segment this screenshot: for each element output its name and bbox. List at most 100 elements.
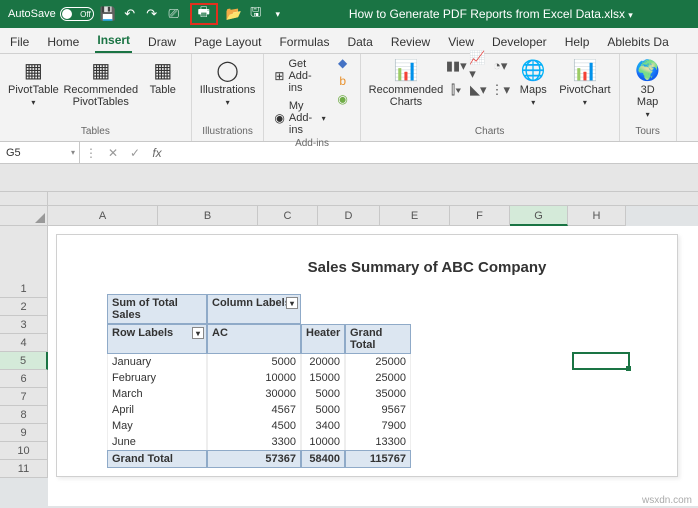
visio-icon[interactable]: ◆ bbox=[336, 56, 350, 70]
illustrations-button[interactable]: ◯Illustrations▾ bbox=[198, 56, 258, 109]
quick-print-highlight: 🖶 bbox=[190, 3, 218, 25]
group-charts: 📊Recommended Charts ▮▮▾ 📈▾ ◔▾ ⫿▾ ◣▾ ⋮▾ 🌐… bbox=[361, 54, 620, 141]
recommended-charts-button[interactable]: 📊Recommended Charts bbox=[367, 56, 446, 110]
col-header-F[interactable]: F bbox=[450, 206, 510, 226]
selected-cell[interactable] bbox=[572, 352, 630, 370]
formula-bar: G5 ⋮ ✕ ✓ fx bbox=[0, 142, 698, 164]
row-header-8[interactable]: 8 bbox=[0, 406, 48, 424]
save-as-icon[interactable]: 🖫 bbox=[248, 6, 264, 22]
row-header-11[interactable]: 11 bbox=[0, 460, 48, 478]
fx-icon[interactable]: fx bbox=[146, 146, 168, 160]
row-header-4[interactable]: 4 bbox=[0, 334, 48, 352]
people-icon[interactable]: ◉ bbox=[336, 92, 350, 106]
enter-icon[interactable]: ✓ bbox=[124, 146, 146, 160]
tab-help[interactable]: Help bbox=[563, 31, 592, 53]
pivotchart-icon: 📊 bbox=[572, 58, 597, 82]
more-button[interactable]: L bbox=[683, 56, 698, 84]
pivot-grand-cell: 115767 bbox=[345, 450, 411, 468]
col-header-D[interactable]: D bbox=[318, 206, 380, 226]
redo-icon[interactable]: ↷ bbox=[144, 6, 160, 22]
row-header-3[interactable]: 3 bbox=[0, 316, 48, 334]
pivot-col-grand: Grand Total bbox=[345, 324, 411, 354]
col-header-H[interactable]: H bbox=[568, 206, 626, 226]
pivot-row-label: April bbox=[107, 402, 207, 418]
tab-developer[interactable]: Developer bbox=[490, 31, 549, 53]
row-header-10[interactable]: 10 bbox=[0, 442, 48, 460]
open-icon[interactable]: 📂 bbox=[226, 6, 242, 22]
my-addins-button[interactable]: ◉My Add-ins▾ bbox=[270, 98, 329, 138]
3d-map-button[interactable]: 🌍3D Map▾ bbox=[626, 56, 670, 121]
row-header-5[interactable]: 5 bbox=[0, 352, 48, 370]
row-header-7[interactable]: 7 bbox=[0, 388, 48, 406]
tab-page-layout[interactable]: Page Layout bbox=[192, 31, 263, 53]
group-label-tours: Tours bbox=[635, 126, 659, 137]
pivot-row-label: June bbox=[107, 434, 207, 450]
pivot-cell: 10000 bbox=[301, 434, 345, 450]
pivot-cell: 3400 bbox=[301, 418, 345, 434]
area-chart-icon[interactable]: ◣▾ bbox=[469, 80, 487, 100]
row-header-9[interactable]: 9 bbox=[0, 424, 48, 442]
pivot-row-label: February bbox=[107, 370, 207, 386]
line-chart-icon[interactable]: 📈▾ bbox=[469, 56, 487, 76]
pivot-cell: 5000 bbox=[301, 386, 345, 402]
pivot-cell: 3300 bbox=[207, 434, 301, 450]
scatter-chart-icon[interactable]: ⋮▾ bbox=[491, 80, 509, 100]
bar-chart-icon[interactable]: ⫿▾ bbox=[447, 80, 465, 100]
select-all-corner[interactable] bbox=[0, 206, 48, 226]
pivot-cell: 10000 bbox=[207, 370, 301, 386]
autosave-switch[interactable]: Off bbox=[60, 7, 94, 21]
col-header-C[interactable]: C bbox=[258, 206, 318, 226]
pivot-cell: 35000 bbox=[345, 386, 411, 402]
dropdown-icon[interactable]: ▾ bbox=[286, 297, 298, 309]
group-tours: 🌍3D Map▾ Tours bbox=[620, 54, 677, 141]
pivottable-button[interactable]: ▦PivotTable▾ bbox=[6, 56, 61, 109]
pivot-cell: 30000 bbox=[207, 386, 301, 402]
tab-file[interactable]: File bbox=[8, 31, 31, 53]
pivot-table[interactable]: Sum of Total Sales Column Labels▾ Row La… bbox=[107, 294, 627, 468]
ruler bbox=[48, 192, 698, 206]
autosave-toggle[interactable]: AutoSave Off bbox=[8, 7, 94, 21]
row-header-6[interactable]: 6 bbox=[0, 370, 48, 388]
col-header-G[interactable]: G bbox=[510, 206, 568, 226]
tab-home[interactable]: Home bbox=[45, 31, 81, 53]
undo-icon[interactable]: ↶ bbox=[122, 6, 138, 22]
worksheet[interactable]: Sales Summary of ABC Company Sum of Tota… bbox=[48, 226, 698, 506]
tab-review[interactable]: Review bbox=[389, 31, 432, 53]
shapes-icon: ◯ bbox=[216, 58, 238, 82]
col-header-B[interactable]: B bbox=[158, 206, 258, 226]
cancel-icon[interactable]: ✕ bbox=[102, 146, 124, 160]
tab-insert[interactable]: Insert bbox=[95, 29, 132, 53]
pivot-cell: 4500 bbox=[207, 418, 301, 434]
pivot-cell: 25000 bbox=[345, 354, 411, 370]
pivot-col-labels[interactable]: Column Labels▾ bbox=[207, 294, 301, 324]
col-header-A[interactable]: A bbox=[48, 206, 158, 226]
chart-gallery: ▮▮▾ 📈▾ ◔▾ ⫿▾ ◣▾ ⋮▾ bbox=[447, 56, 509, 100]
touch-icon[interactable]: ⎚ bbox=[166, 6, 182, 22]
bing-icon[interactable]: b bbox=[336, 74, 350, 88]
column-chart-icon[interactable]: ▮▮▾ bbox=[447, 56, 465, 76]
print-icon[interactable]: 🖶 bbox=[196, 6, 212, 22]
tab-draw[interactable]: Draw bbox=[146, 31, 178, 53]
name-box[interactable]: G5 bbox=[0, 142, 80, 163]
pivot-row-label: March bbox=[107, 386, 207, 402]
pivot-row-labels[interactable]: Row Labels▾ bbox=[107, 324, 207, 354]
table-button[interactable]: ▦Table bbox=[141, 56, 185, 98]
pivot-cell: 9567 bbox=[345, 402, 411, 418]
col-header-E[interactable]: E bbox=[380, 206, 450, 226]
maps-button[interactable]: 🌐Maps▾ bbox=[511, 56, 555, 109]
save-icon[interactable]: 💾 bbox=[100, 6, 116, 22]
pivot-col-ac: AC bbox=[207, 324, 301, 354]
watermark: wsxdn.com bbox=[642, 495, 692, 506]
row-header-1[interactable]: 1 bbox=[0, 280, 48, 298]
dropdown-icon[interactable]: ▾ bbox=[192, 327, 204, 339]
get-addins-button[interactable]: ⊞Get Add-ins bbox=[270, 56, 329, 96]
row-header-2[interactable]: 2 bbox=[0, 298, 48, 316]
tab-data[interactable]: Data bbox=[345, 31, 374, 53]
pie-chart-icon[interactable]: ◔▾ bbox=[491, 56, 509, 76]
pivot-grand-cell: 58400 bbox=[301, 450, 345, 468]
qat-dropdown-icon[interactable]: ▾ bbox=[270, 6, 286, 22]
tab-formulas[interactable]: Formulas bbox=[277, 31, 331, 53]
pivotchart-button[interactable]: 📊PivotChart▾ bbox=[557, 56, 612, 109]
tab-ablebits[interactable]: Ablebits Da bbox=[605, 31, 670, 53]
recommended-pivot-button[interactable]: ▦Recommended PivotTables bbox=[63, 56, 139, 110]
